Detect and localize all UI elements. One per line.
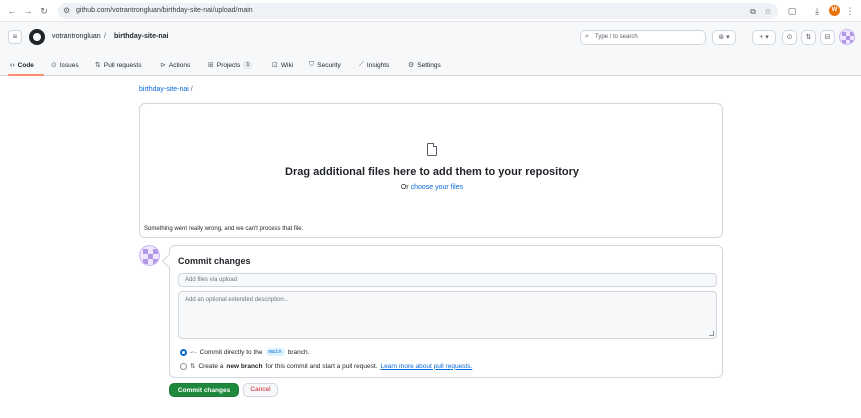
github-logo-icon[interactable]: [29, 29, 45, 45]
breadcrumb-repo-link[interactable]: birthday-site-nai: [139, 86, 189, 93]
gear-icon: ⚙: [408, 62, 415, 69]
new-branch-radio[interactable]: [180, 362, 187, 370]
dropzone-subtitle: Or choose your files: [140, 184, 724, 191]
choose-files-link[interactable]: choose your files: [411, 184, 464, 191]
repo-owner-link[interactable]: votrantrongluan: [52, 33, 101, 40]
tab-insights[interactable]: ⟋ Insights: [359, 56, 389, 74]
code-icon: ‹›: [10, 61, 15, 69]
projects-counter: 1: [243, 61, 253, 69]
tab-label: Security: [317, 61, 341, 69]
reload-icon[interactable]: ↻: [37, 4, 51, 18]
issues-icon[interactable]: ⊙: [782, 30, 797, 45]
new-branch-bold: new branch: [226, 362, 263, 370]
play-icon: ⊳: [160, 62, 166, 69]
search-icon: ⌕: [585, 33, 589, 40]
branch-name-badge: main: [265, 348, 285, 356]
tab-label: Pull requests: [103, 61, 142, 69]
file-icon: [427, 143, 437, 156]
new-mid: for this commit and start a pull request…: [265, 362, 378, 370]
upload-breadcrumb: birthday-site-nai /: [139, 86, 193, 93]
tab-label: Insights: [366, 61, 390, 69]
pull-request-icon: ⇅: [190, 363, 196, 370]
tab-projects[interactable]: ⊞ Projects 1: [208, 56, 253, 74]
table-icon: ⊞: [208, 62, 214, 69]
tab-label: Wiki: [280, 61, 294, 69]
book-icon: ⊡: [272, 62, 278, 69]
tab-label: Code: [17, 61, 34, 69]
extensions-icon[interactable]: ▢: [785, 4, 799, 18]
dropzone-prefix: Or: [400, 184, 411, 191]
new-prefix: Create a: [198, 362, 224, 370]
tab-label: Projects: [216, 61, 241, 69]
menu-icon[interactable]: ⋮: [843, 4, 857, 18]
commit-title: Commit changes: [178, 256, 251, 266]
bookmark-star-icon[interactable]: ☆: [763, 7, 773, 17]
commit-summary-input[interactable]: Add files via upload: [178, 273, 717, 287]
summary-placeholder: Add files via upload: [185, 277, 238, 283]
download-icon[interactable]: ⤓: [810, 4, 824, 18]
profile-icon[interactable]: W: [829, 5, 840, 16]
commit-direct-option[interactable]: -◦- Commit directly to the main branch.: [180, 347, 309, 357]
active-tab-indicator: [8, 74, 44, 76]
description-placeholder: Add an optional extended description...: [185, 297, 289, 303]
upload-error-message: Something went really wrong, and we can'…: [144, 226, 304, 232]
tab-pull-requests[interactable]: ⇅ Pull requests: [95, 56, 141, 74]
commit-changes-panel: Commit changes Add files via upload Add …: [169, 245, 723, 378]
breadcrumb-separator: /: [104, 33, 106, 40]
forward-icon[interactable]: →: [21, 4, 35, 18]
tab-label: Actions: [168, 61, 191, 69]
pull-requests-icon[interactable]: ⇅: [801, 30, 816, 45]
graph-icon: ⟋: [359, 61, 364, 68]
hamburger-menu-icon[interactable]: ≡: [8, 30, 22, 44]
repo-name-link[interactable]: birthday-site-nai: [114, 33, 168, 40]
commit-changes-button[interactable]: Commit changes: [169, 383, 239, 397]
dropzone-title: Drag additional files here to add them t…: [285, 166, 579, 178]
site-settings-icon[interactable]: ⚙: [63, 6, 73, 16]
resize-handle-icon[interactable]: [709, 331, 714, 336]
create-new-button[interactable]: + ▾: [752, 30, 776, 45]
commit-avatar: [139, 245, 160, 266]
direct-prefix: Commit directly to the: [199, 348, 263, 356]
search-placeholder: Type / to search: [595, 34, 638, 40]
direct-suffix: branch.: [287, 348, 310, 356]
tab-issues[interactable]: ⊙ Issues: [51, 56, 79, 74]
user-avatar[interactable]: [839, 29, 855, 45]
tab-label: Issues: [59, 61, 79, 69]
new-branch-option[interactable]: ⇅ Create a new branch for this commit an…: [180, 361, 472, 371]
cancel-button[interactable]: Cancel: [243, 383, 278, 397]
repo-header: ≡ votrantrongluan / birthday-site-nai ⌕ …: [0, 22, 861, 76]
search-input[interactable]: ⌕ Type / to search: [580, 30, 706, 45]
tab-actions[interactable]: ⊳ Actions: [160, 56, 190, 74]
address-bar[interactable]: ⚙ github.com/votrantrongluan/birthday-si…: [58, 3, 778, 19]
learn-more-pr-link[interactable]: Learn more about pull requests.: [381, 363, 473, 370]
commit-direct-radio[interactable]: [180, 348, 187, 356]
file-dropzone[interactable]: Drag additional files here to add them t…: [139, 103, 723, 238]
pull-request-icon: ⇅: [95, 62, 101, 69]
tab-security[interactable]: ⛉ Security: [309, 56, 341, 74]
inbox-icon[interactable]: ⊟: [820, 30, 835, 45]
breadcrumb-slash: /: [190, 86, 193, 93]
copilot-button[interactable]: ⊛ ▾: [712, 30, 736, 45]
tab-wiki[interactable]: ⊡ Wiki: [272, 56, 293, 74]
repo-tabs: ‹› Code ⊙ Issues ⇅ Pull requests ⊳ Actio…: [0, 54, 861, 76]
issue-icon: ⊙: [51, 62, 57, 69]
shield-icon: ⛉: [309, 61, 315, 68]
tab-settings[interactable]: ⚙ Settings: [408, 56, 441, 74]
tab-label: Settings: [417, 61, 441, 69]
install-icon[interactable]: ⧉: [748, 7, 758, 17]
back-icon[interactable]: ←: [5, 4, 19, 18]
commit-description-input[interactable]: Add an optional extended description...: [178, 291, 717, 339]
address-url[interactable]: github.com/votrantrongluan/birthday-site…: [76, 7, 253, 14]
tab-code[interactable]: ‹› Code: [10, 56, 34, 74]
browser-toolbar: ← → ↻ ⚙ github.com/votrantrongluan/birth…: [0, 0, 861, 22]
commit-icon: -◦-: [190, 348, 197, 356]
